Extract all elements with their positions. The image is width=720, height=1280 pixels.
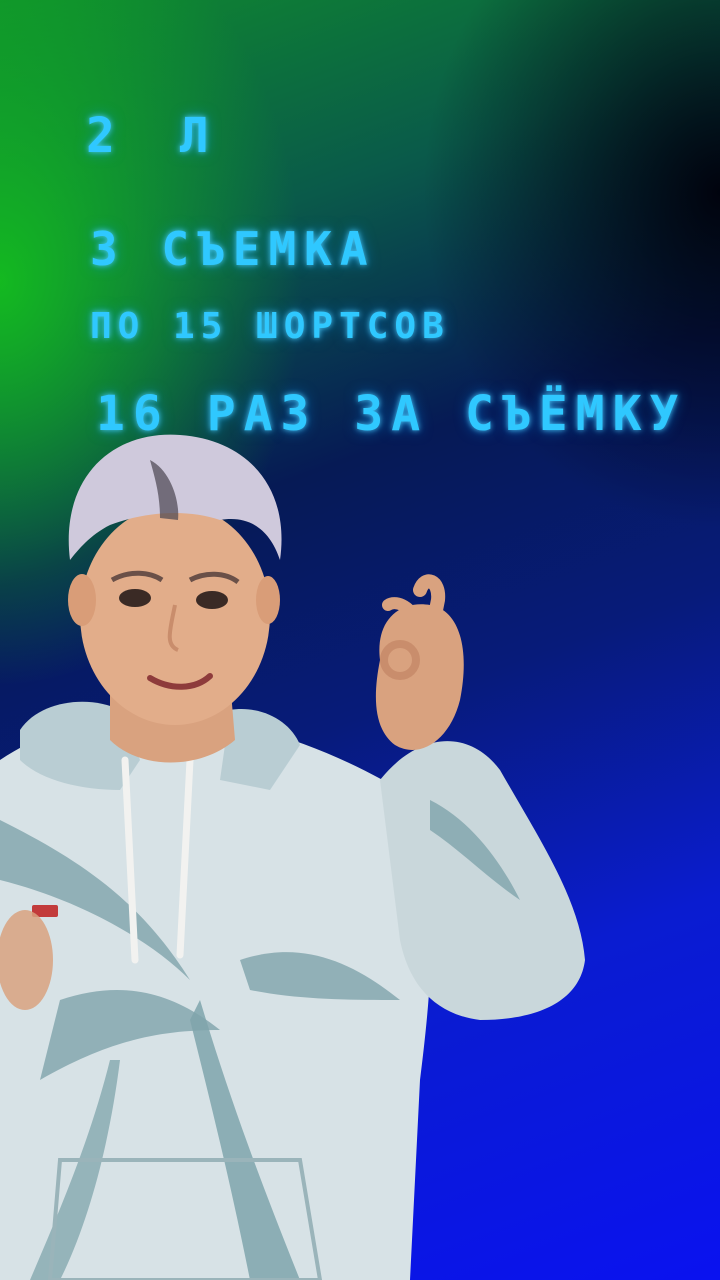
hand-ok-sign: [375, 604, 464, 750]
eye-right: [196, 591, 228, 609]
ear-right: [256, 576, 280, 624]
face: [80, 505, 270, 725]
ear-left: [68, 574, 96, 626]
eye-left: [119, 589, 151, 607]
person-figure: [0, 434, 585, 1280]
